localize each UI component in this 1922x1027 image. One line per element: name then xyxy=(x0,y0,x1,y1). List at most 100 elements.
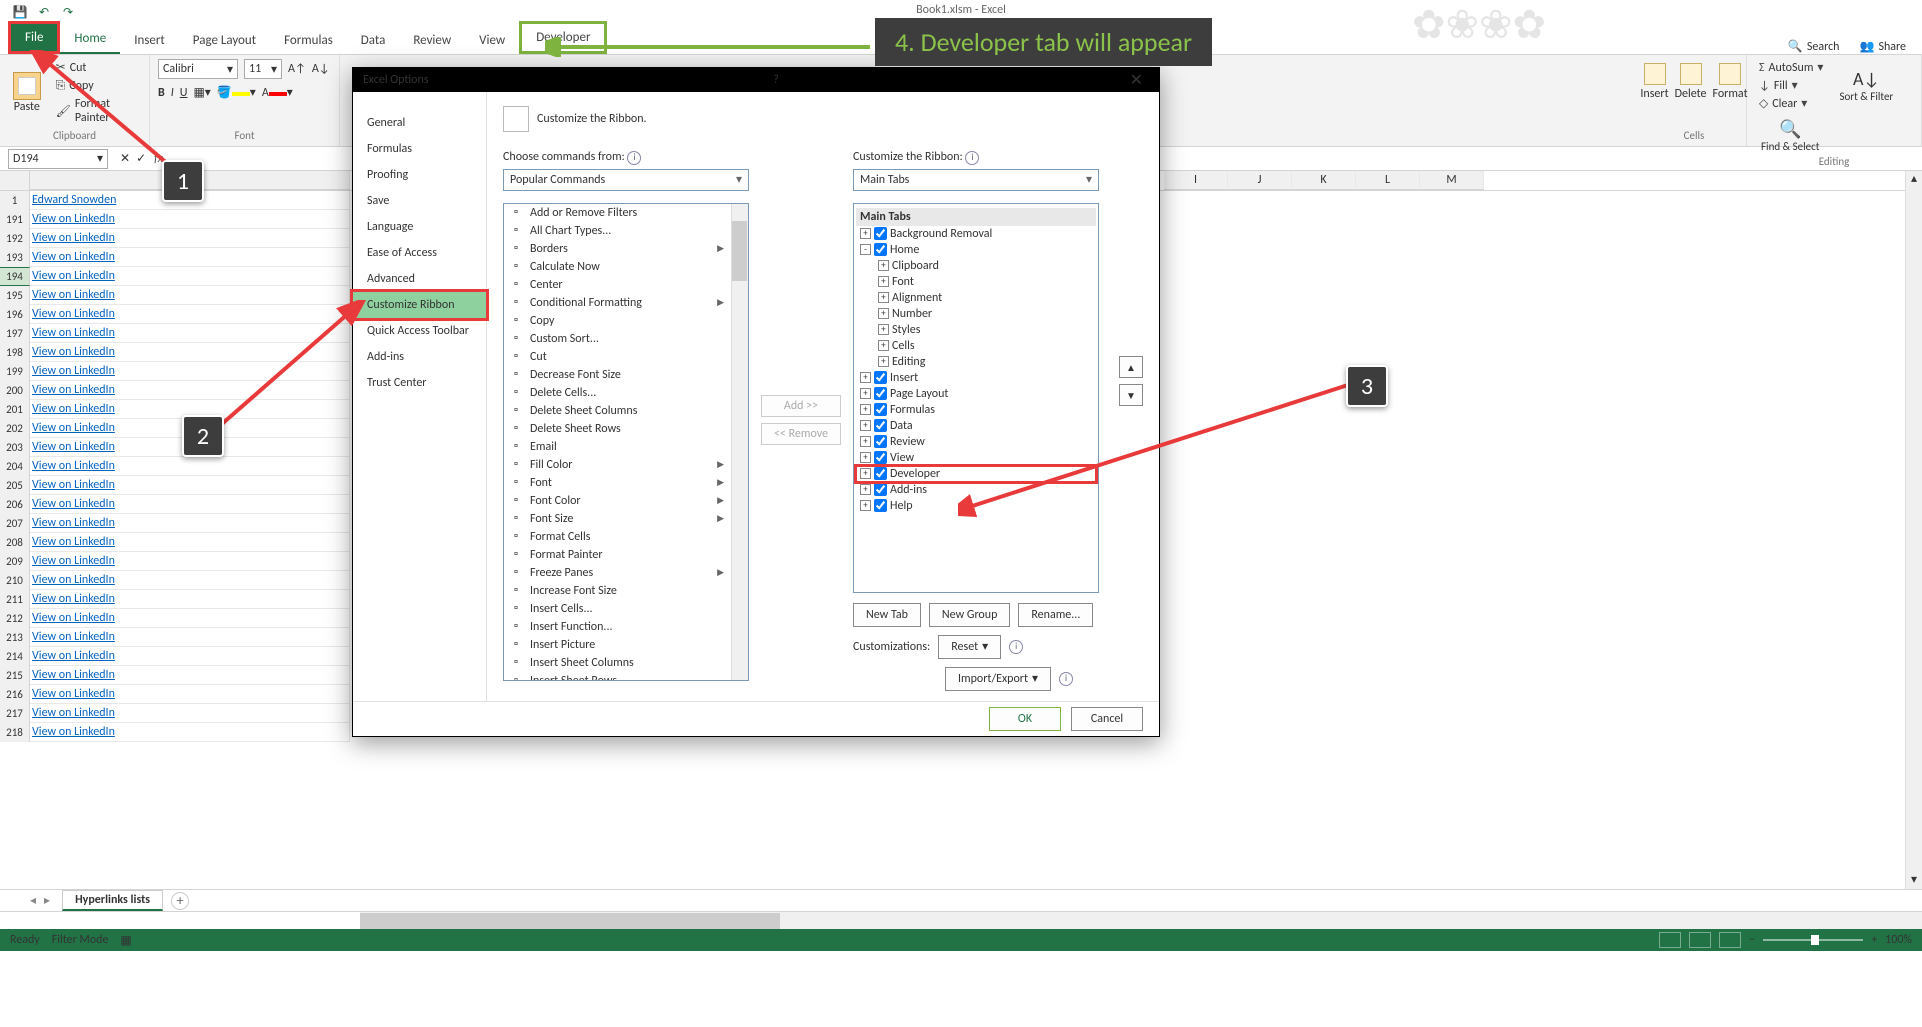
row-header[interactable]: 214 xyxy=(0,647,30,666)
help-icon[interactable]: ? xyxy=(767,73,785,87)
enter-formula-icon[interactable]: ✓ xyxy=(136,151,146,166)
move-up-button[interactable]: ▲ xyxy=(1119,356,1143,378)
info-icon[interactable]: i xyxy=(1059,672,1073,686)
tree-node[interactable]: +Data xyxy=(856,418,1096,434)
row-header[interactable]: 218 xyxy=(0,723,30,742)
fill-button[interactable]: ↓ Fill ▾ xyxy=(1755,77,1827,94)
cell[interactable]: View on LinkedIn xyxy=(30,419,350,438)
row-header[interactable]: 215 xyxy=(0,666,30,685)
command-item[interactable]: ▫Font▶ xyxy=(504,474,748,492)
tree-node[interactable]: +Number xyxy=(856,306,1096,322)
cut-button[interactable]: ✂ Cut xyxy=(52,59,141,76)
dialog-nav-item[interactable]: Language xyxy=(353,214,486,240)
reset-button[interactable]: Reset ▾ xyxy=(938,635,1001,659)
fill-color-button[interactable]: 🪣▾ xyxy=(217,85,256,100)
info-icon[interactable]: i xyxy=(627,151,641,165)
cell[interactable]: View on LinkedIn xyxy=(30,647,350,666)
decrease-font-icon[interactable]: A↓ xyxy=(312,62,330,76)
command-item[interactable]: ▫Calculate Now xyxy=(504,258,748,276)
command-item[interactable]: ▫Insert Cells... xyxy=(504,600,748,618)
tab-home[interactable]: Home xyxy=(60,25,120,54)
command-item[interactable]: ▫Copy xyxy=(504,312,748,330)
commands-listbox[interactable]: ▫Add or Remove Filters▫All Chart Types..… xyxy=(503,203,749,681)
autosum-button[interactable]: Σ AutoSum ▾ xyxy=(1755,59,1827,76)
tree-node[interactable]: +View xyxy=(856,450,1096,466)
undo-icon[interactable]: ↶ xyxy=(36,5,52,21)
new-tab-button[interactable]: New Tab xyxy=(853,603,921,627)
fx-icon[interactable]: fx xyxy=(154,152,163,166)
macro-record-icon[interactable]: ▦ xyxy=(120,933,131,948)
borders-button[interactable]: ▦▾ xyxy=(193,85,210,100)
tab-file[interactable]: File xyxy=(8,21,60,54)
find-select-button[interactable]: 🔍Find & Select xyxy=(1761,118,1819,153)
command-item[interactable]: ▫Cut xyxy=(504,348,748,366)
tab-data[interactable]: Data xyxy=(347,27,400,54)
command-item[interactable]: ▫Increase Font Size xyxy=(504,582,748,600)
tree-node[interactable]: -Home xyxy=(856,242,1096,258)
tree-node[interactable]: +Review xyxy=(856,434,1096,450)
dialog-nav-item[interactable]: Proofing xyxy=(353,162,486,188)
new-sheet-button[interactable]: + xyxy=(171,892,189,910)
cell[interactable]: View on LinkedIn xyxy=(30,457,350,476)
clear-button[interactable]: ◇ Clear ▾ xyxy=(1755,95,1827,112)
cell[interactable]: Edward Snowden xyxy=(30,191,350,210)
tree-node[interactable]: +Help xyxy=(856,498,1096,514)
col-header[interactable]: L xyxy=(1356,171,1420,190)
paste-button[interactable]: Paste xyxy=(8,72,46,114)
command-item[interactable]: ▫Delete Sheet Rows xyxy=(504,420,748,438)
col-header[interactable]: J xyxy=(1228,171,1292,190)
col-header-a[interactable] xyxy=(30,171,350,190)
zoom-out-icon[interactable]: − xyxy=(1749,933,1755,947)
command-item[interactable]: ▫Custom Sort... xyxy=(504,330,748,348)
row-header[interactable]: 194 xyxy=(0,267,30,286)
cell[interactable]: View on LinkedIn xyxy=(30,666,350,685)
sheet-tab[interactable]: Hyperlinks lists xyxy=(62,890,163,911)
command-item[interactable]: ▫Delete Cells... xyxy=(504,384,748,402)
row-header[interactable]: 203 xyxy=(0,438,30,457)
rename-button[interactable]: Rename... xyxy=(1018,603,1093,627)
command-item[interactable]: ▫Insert Sheet Columns xyxy=(504,654,748,672)
ribbon-tree[interactable]: Main Tabs +Background Removal-Home+Clipb… xyxy=(853,203,1099,593)
tree-node[interactable]: +Formulas xyxy=(856,402,1096,418)
tree-node[interactable]: +Developer xyxy=(856,466,1096,482)
cell[interactable]: View on LinkedIn xyxy=(30,210,350,229)
cell[interactable]: View on LinkedIn xyxy=(30,476,350,495)
tree-node[interactable]: +Clipboard xyxy=(856,258,1096,274)
page-layout-view-icon[interactable] xyxy=(1689,932,1711,948)
tree-node[interactable]: +Page Layout xyxy=(856,386,1096,402)
italic-button[interactable]: I xyxy=(171,86,174,100)
row-header[interactable]: 191 xyxy=(0,210,30,229)
move-down-button[interactable]: ▼ xyxy=(1119,384,1143,406)
close-icon[interactable]: ✕ xyxy=(1124,70,1149,90)
page-break-view-icon[interactable] xyxy=(1719,932,1741,948)
row-header[interactable]: 1 xyxy=(0,191,30,210)
tree-node[interactable]: +Background Removal xyxy=(856,226,1096,242)
row-header[interactable]: 205 xyxy=(0,476,30,495)
row-header[interactable]: 193 xyxy=(0,248,30,267)
tab-formulas[interactable]: Formulas xyxy=(270,27,347,54)
delete-cells-button[interactable]: Delete xyxy=(1675,63,1707,101)
row-header[interactable]: 211 xyxy=(0,590,30,609)
row-header[interactable]: 216 xyxy=(0,685,30,704)
zoom-level[interactable]: 100% xyxy=(1885,933,1912,947)
zoom-in-icon[interactable]: + xyxy=(1871,933,1877,947)
col-header[interactable]: M xyxy=(1420,171,1484,190)
tab-review[interactable]: Review xyxy=(399,27,465,54)
search-box[interactable]: 🔍 Search xyxy=(1788,39,1840,54)
share-button[interactable]: 👥 Share xyxy=(1859,39,1906,54)
cancel-formula-icon[interactable]: ✕ xyxy=(120,151,130,166)
cell[interactable]: View on LinkedIn xyxy=(30,248,350,267)
info-icon[interactable]: i xyxy=(965,151,979,165)
choose-commands-combo[interactable]: Popular Commands▾ xyxy=(503,169,749,191)
cell[interactable]: View on LinkedIn xyxy=(30,286,350,305)
col-header[interactable]: K xyxy=(1292,171,1356,190)
cancel-button[interactable]: Cancel xyxy=(1071,707,1143,731)
command-item[interactable]: ▫Insert Picture xyxy=(504,636,748,654)
dialog-nav-item[interactable]: Customize Ribbon xyxy=(350,289,489,321)
tree-node[interactable]: +Alignment xyxy=(856,290,1096,306)
underline-button[interactable]: U xyxy=(180,86,188,100)
format-painter-button[interactable]: 🖌 Format Painter xyxy=(52,96,141,126)
dialog-nav-item[interactable]: Save xyxy=(353,188,486,214)
cell[interactable]: View on LinkedIn xyxy=(30,590,350,609)
new-group-button[interactable]: New Group xyxy=(929,603,1010,627)
